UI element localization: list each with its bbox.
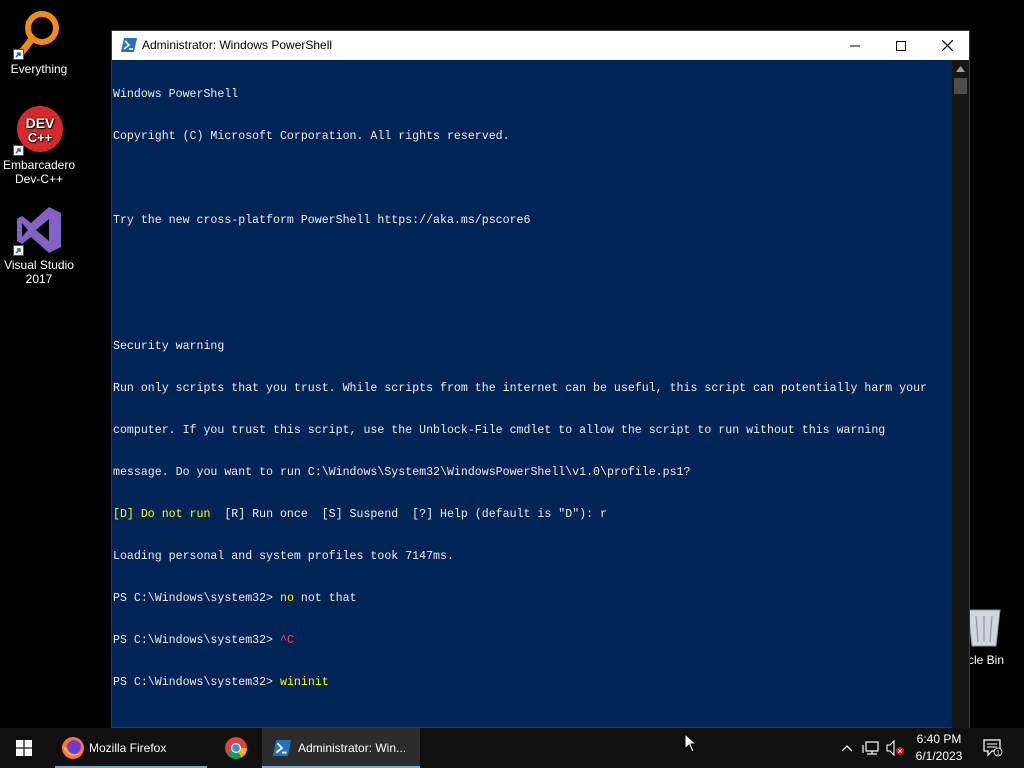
- chevron-up-icon: [841, 745, 853, 752]
- windows-logo-icon: [16, 740, 32, 756]
- notification-count: 1: [996, 750, 1000, 757]
- desktop-icon-label: Visual Studio 2017: [4, 258, 74, 286]
- scroll-thumb[interactable]: [954, 78, 967, 94]
- maximize-icon: [896, 40, 906, 51]
- desktop-icon-label: cle Bin: [968, 653, 1005, 667]
- taskbar-app-label: Mozilla Firefox: [89, 741, 167, 755]
- scroll-up-button[interactable]: [952, 60, 969, 77]
- svg-text:C++: C++: [28, 130, 53, 145]
- taskbar: Mozilla Firefox Administrator: Win... 6:…: [0, 728, 1024, 768]
- console-output[interactable]: Windows PowerShell Copyright (C) Microso…: [113, 60, 953, 728]
- powershell-window[interactable]: Administrator: Windows PowerShell Window…: [111, 30, 970, 728]
- everything-icon: [13, 8, 65, 60]
- command-args: not that: [293, 592, 357, 605]
- console-line: Copyright (C) Microsoft Corporation. All…: [113, 130, 510, 143]
- desktop-icon-label: Embarcadero Dev-C++: [2, 158, 76, 186]
- close-icon: [941, 40, 953, 51]
- desktop-icon-visual-studio[interactable]: Visual Studio 2017: [0, 204, 78, 286]
- minimize-icon: [850, 45, 860, 46]
- clock-date: 6/1/2023: [915, 749, 963, 763]
- minimize-button[interactable]: [832, 31, 878, 60]
- shortcut-arrow-icon: [13, 49, 24, 60]
- console-line: Run only scripts that you trust. While s…: [113, 382, 928, 395]
- default-option: [D] Do not run: [113, 508, 211, 521]
- console-line: Windows PowerShell: [113, 88, 239, 101]
- command-line: PS C:\Windows\system32> ^C: [113, 634, 953, 648]
- taskbar-app-powershell[interactable]: Administrator: Win...: [262, 728, 420, 768]
- security-prompt-line: [D] Do not run [R] Run once [S] Suspend …: [113, 508, 953, 522]
- powershell-icon: [272, 740, 292, 756]
- desktop-icon-label: Everything: [10, 62, 68, 76]
- console-line: Loading personal and system profiles too…: [113, 550, 454, 563]
- devcpp-icon: DEV C++: [13, 104, 65, 156]
- volume-button[interactable]: [885, 728, 905, 768]
- network-status-button[interactable]: [861, 728, 881, 768]
- window-title: Administrator: Windows PowerShell: [142, 38, 333, 52]
- shortcut-arrow-icon: [13, 145, 24, 156]
- console-line: Try the new cross-platform PowerShell ht…: [113, 214, 531, 227]
- prompt: PS C:\Windows\system32>: [113, 676, 280, 689]
- volume-muted-icon: [886, 740, 904, 756]
- taskbar-app-label: Administrator: Win...: [298, 741, 407, 755]
- action-center-button[interactable]: 1: [978, 728, 1008, 768]
- shortcut-arrow-icon: [13, 245, 24, 256]
- command-name: ^C: [279, 634, 294, 647]
- firefox-icon: [62, 737, 84, 759]
- console-scrollbar[interactable]: [952, 60, 969, 728]
- window-titlebar[interactable]: Administrator: Windows PowerShell: [112, 31, 969, 60]
- visual-studio-icon: [13, 204, 65, 256]
- show-hidden-icons-button[interactable]: [838, 728, 856, 768]
- command-line: PS C:\Windows\system32> no not that: [113, 592, 953, 606]
- taskbar-app-firefox[interactable]: Mozilla Firefox: [55, 728, 207, 768]
- taskbar-clock[interactable]: 6:40 PM 6/1/2023: [910, 731, 968, 765]
- chevron-up-icon: [956, 65, 965, 72]
- maximize-button[interactable]: [878, 31, 924, 60]
- notification-icon: 1: [983, 739, 1003, 757]
- prompt-options: [R] Run once [S] Suspend [?] Help (defau…: [210, 508, 607, 521]
- console-line: computer. If you trust this script, use …: [113, 424, 886, 437]
- desktop-icon-devcpp[interactable]: DEV C++ Embarcadero Dev-C++: [0, 104, 78, 186]
- command-name: wininit: [279, 676, 329, 689]
- prompt: PS C:\Windows\system32>: [113, 634, 280, 647]
- taskbar-app-chrome[interactable]: [213, 728, 259, 768]
- clock-time: 6:40 PM: [916, 732, 962, 746]
- svg-text:DEV: DEV: [26, 115, 55, 131]
- chrome-icon: [225, 737, 247, 759]
- console-line: Security warning: [113, 340, 225, 353]
- recycle-bin-icon: [967, 609, 1001, 647]
- prompt: PS C:\Windows\system32>: [113, 592, 280, 605]
- start-button[interactable]: [0, 728, 48, 768]
- desktop-icon-everything[interactable]: Everything: [0, 8, 78, 76]
- close-button[interactable]: [924, 31, 970, 60]
- command-line: PS C:\Windows\system32> wininit: [113, 676, 953, 690]
- console-line: message. Do you want to run C:\Windows\S…: [113, 466, 691, 479]
- mouse-cursor-icon: [684, 733, 698, 753]
- command-name: no: [279, 592, 294, 605]
- network-icon: [862, 741, 879, 755]
- powershell-icon: [121, 38, 137, 52]
